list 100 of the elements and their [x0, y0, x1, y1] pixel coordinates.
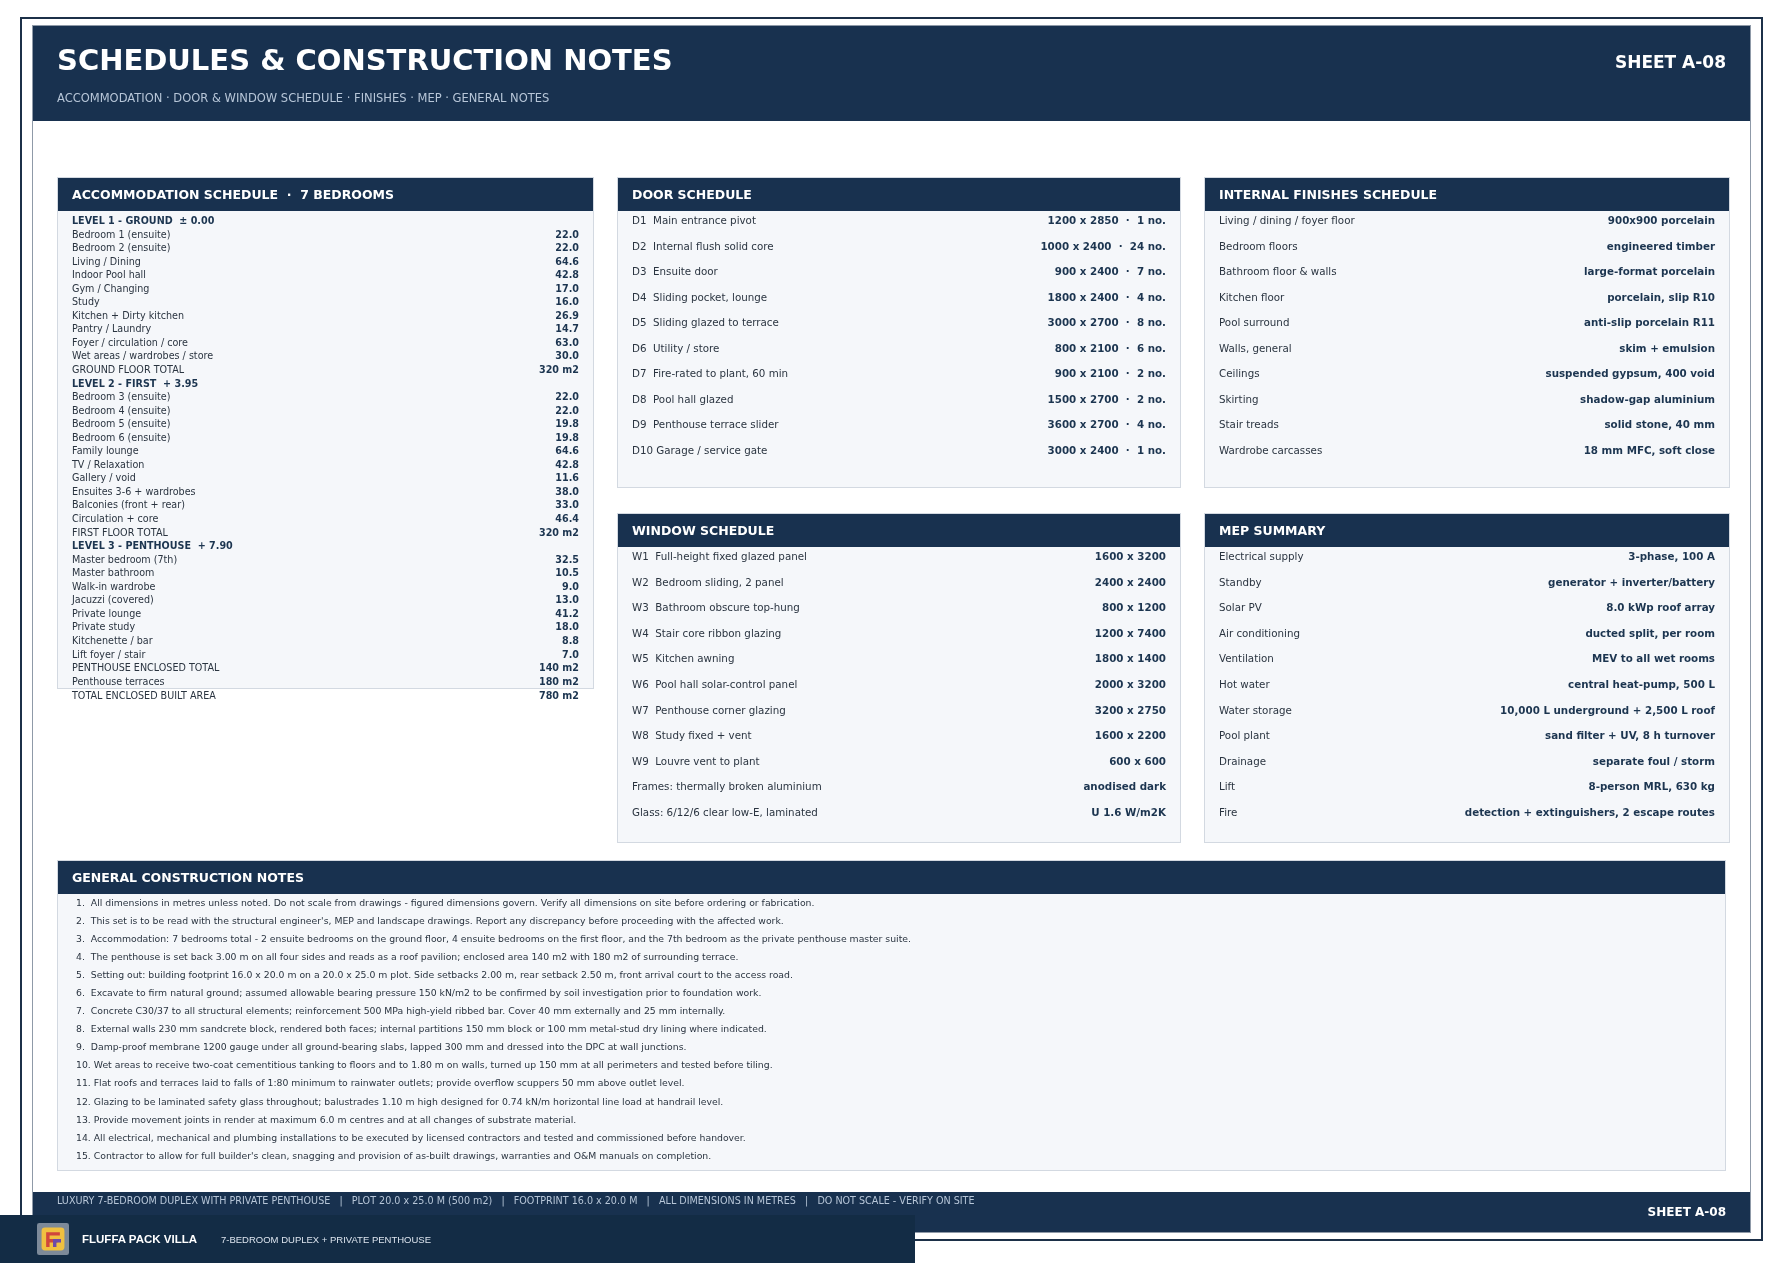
note-text: 8. External walls 230 mm sandcrete block, rendered both faces; internal partitions 150 mm block or 100 mm metal-stud dry lining where indicated.: [76, 1022, 768, 1037]
row-label: Bedroom floors: [1219, 239, 1298, 254]
area-value: 63.0: [555, 335, 579, 350]
row-label: W7 Penthouse corner glazing: [632, 703, 786, 718]
row-value: 10,000 L underground + 2,500 L roof: [1500, 703, 1715, 718]
row-label: W1 Full-height fixed glazed panel: [632, 550, 807, 564]
room-name: Bedroom 1 (ensuite): [72, 227, 171, 242]
row-label: Standby: [1219, 575, 1262, 590]
row-value: shadow-gap aluminium: [1580, 392, 1715, 407]
sheet-number: SHEET A-08: [1614, 52, 1726, 72]
room-name: Master bedroom (7th): [72, 552, 178, 567]
room-name: Gym / Changing: [72, 281, 150, 296]
row-value: solid stone, 40 mm: [1604, 418, 1715, 432]
row-value: anti-slip porcelain R11: [1584, 316, 1715, 330]
note-text: 13. Provide movement joints in render at maximum 6.0 m centres and at all changes of substrate material.: [76, 1112, 578, 1127]
row-label: Pool surround: [1219, 316, 1290, 330]
total-label: TOTAL ENCLOSED BUILT AREA: [72, 689, 216, 703]
row-label: Drainage: [1219, 754, 1267, 769]
area-value: 9.0: [562, 579, 579, 594]
row-value: 1800 x 2400 · 4 no.: [1047, 290, 1166, 305]
row-label: Hot water: [1219, 677, 1270, 692]
row-label: D4 Sliding pocket, lounge: [632, 290, 768, 305]
total-label: PENTHOUSE ENCLOSED TOTAL: [72, 661, 220, 675]
row-value: 900 x 2400 · 7 no.: [1054, 265, 1166, 279]
row-value: 800 x 1200: [1102, 601, 1166, 616]
room-name: Circulation + core: [72, 512, 159, 526]
room-name: Gallery / void: [72, 471, 136, 485]
area-value: 32.5: [555, 552, 579, 567]
row-value: 8.0 kWp roof array: [1606, 601, 1715, 616]
row-label: Living / dining / foyer floor: [1219, 214, 1355, 228]
area-value: 16.0: [555, 295, 579, 309]
note-text: 5. Setting out: building footprint 16.0 x 20.0 m on a 20.0 x 25.0 m plot. Side setbacks 2.00 m, rear setback 2.50 m, front arrival court to the access road.: [76, 968, 794, 983]
room-name: Foyer / circulation / core: [72, 335, 188, 350]
row-value: 3-phase, 100 A: [1628, 550, 1715, 564]
row-value: suspended gypsum, 400 void: [1545, 367, 1715, 381]
row-value: sand filter + UV, 8 h turnover: [1545, 729, 1715, 744]
note-text: 12. Glazing to be laminated safety glass throughout; balustrades 1.10 m high designed for 0.74 kN/m horizontal line load at handrail level.: [76, 1094, 725, 1109]
total-value: 780 m2: [538, 689, 579, 703]
room-name: Bedroom 2 (ensuite): [72, 241, 171, 255]
row-value: 2400 x 2400: [1094, 575, 1166, 590]
room-name: TV / Relaxation: [72, 457, 145, 472]
row-value: 1600 x 2200: [1094, 729, 1166, 744]
row-value: 900x900 porcelain: [1607, 214, 1715, 228]
room-name: Master bathroom: [72, 566, 155, 580]
row-value: 1000 x 2400 · 24 no.: [1040, 239, 1166, 254]
row-label: Frames: thermally broken aluminium: [632, 780, 822, 795]
area-value: 42.8: [555, 457, 579, 472]
room-name: Indoor Pool hall: [72, 268, 146, 282]
panel-title: DOOR SCHEDULE: [618, 178, 1180, 211]
note-text: 9. Damp-proof membrane 1200 gauge under all ground-bearing slabs, lapped 300 mm and dressed into the DPC at wall junctions.: [76, 1040, 688, 1055]
area-value: 7.0: [562, 647, 579, 662]
row-label: Wardrobe carcasses: [1219, 443, 1323, 458]
room-name: Living / Dining: [72, 254, 141, 269]
row-value: 800 x 2100 · 6 no.: [1054, 341, 1166, 356]
row-label: Walls, general: [1219, 341, 1292, 356]
row-label: D9 Penthouse terrace slider: [632, 418, 779, 432]
row-value: 600 x 600: [1109, 754, 1166, 769]
note-text: 10. Wet areas to receive two-coat cementitious tanking to floors and to 1.80 m on walls, turned up 150 mm at all perimeters and tested before tiling.: [76, 1058, 774, 1073]
area-value: 14.7: [555, 322, 579, 336]
row-label: D8 Pool hall glazed: [632, 392, 734, 407]
row-label: Pool plant: [1219, 729, 1270, 744]
row-value: detection + extinguishers, 2 escape routes: [1464, 805, 1715, 820]
row-label: D7 Fire-rated to plant, 60 min: [632, 367, 789, 381]
row-label: W9 Louvre vent to plant: [632, 754, 760, 769]
room-name: Jacuzzi (covered): [72, 593, 154, 607]
row-label: W5 Kitchen awning: [632, 652, 735, 667]
area-value: 19.8: [555, 430, 579, 445]
panel-title: WINDOW SCHEDULE: [618, 514, 1180, 547]
area-value: 22.0: [555, 390, 579, 404]
row-label: Glass: 6/12/6 clear low-E, laminated: [632, 805, 818, 820]
row-label: Electrical supply: [1219, 550, 1304, 564]
room-name: Kitchenette / bar: [72, 633, 153, 648]
area-value: 22.0: [555, 227, 579, 242]
room-name: Walk-in wardrobe: [72, 579, 156, 594]
row-label: D1 Main entrance pivot: [632, 214, 756, 228]
row-value: MEV to all wet rooms: [1591, 652, 1715, 667]
area-value: 13.0: [555, 593, 579, 607]
row-label: Bathroom floor & walls: [1219, 265, 1337, 279]
area-value: 180 m2: [538, 674, 579, 689]
room-name: Ensuites 3-6 + wardrobes: [72, 484, 196, 499]
area-value: 26.9: [555, 308, 579, 323]
row-value: 3200 x 2750: [1094, 703, 1166, 718]
row-label: Water storage: [1219, 703, 1292, 718]
row-label: D3 Ensuite door: [632, 265, 718, 279]
level-heading: LEVEL 1 - GROUND ± 0.00: [72, 214, 215, 228]
note-text: 2. This set is to be read with the structural engineer's, MEP and landscape drawings. Report any discrepancy before proceeding with the affected work.: [76, 914, 785, 929]
row-label: D10 Garage / service gate: [632, 443, 768, 458]
row-label: Solar PV: [1219, 601, 1262, 616]
area-value: 22.0: [555, 241, 579, 255]
row-value: 18 mm MFC, soft close: [1583, 443, 1715, 458]
row-label: Ceilings: [1219, 367, 1260, 381]
note-text: 15. Contractor to allow for full builder's clean, snagging and provision of as-built drawings, warranties and O&M manuals on completion.: [76, 1148, 713, 1163]
room-name: Family lounge: [72, 444, 139, 458]
area-value: 46.4: [555, 512, 579, 526]
note-text: 1. All dimensions in metres unless noted. Do not scale from drawings - figured dimensions govern. Verify all dimensions on site before ordering or fabrication.: [76, 896, 816, 910]
area-value: 64.6: [555, 254, 579, 269]
row-label: D6 Utility / store: [632, 341, 720, 356]
area-value: 19.8: [555, 417, 579, 431]
area-value: 11.6: [555, 471, 579, 485]
total-label: FIRST FLOOR TOTAL: [72, 525, 168, 540]
